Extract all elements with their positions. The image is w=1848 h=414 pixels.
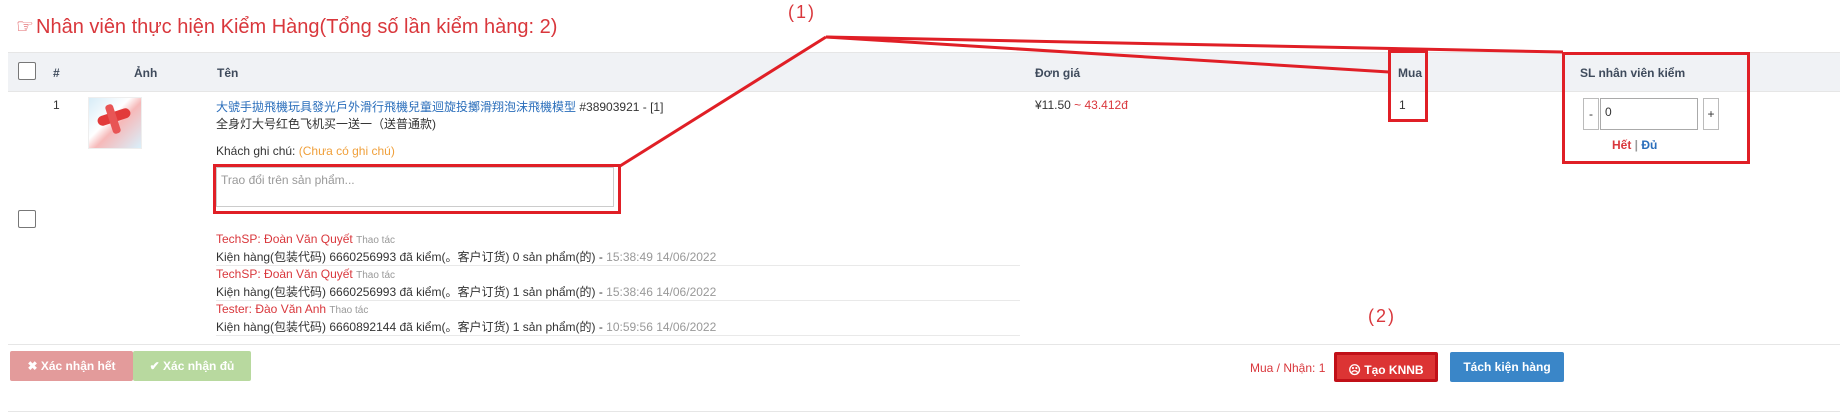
row-checkbox[interactable] <box>18 210 36 228</box>
log-author: TechSP: Đoàn Văn Quyết Thao tác <box>216 267 396 281</box>
annotation-box-buy <box>1388 50 1428 122</box>
check-circle-icon: ✔ <box>149 359 160 373</box>
frown-icon: ☹ <box>1348 363 1361 377</box>
log-divider <box>216 300 1020 301</box>
product-title: 大號手拋飛機玩具發光戶外滑行飛機兒童迴旋投擲滑翔泡沫飛機模型 #38903921… <box>216 98 663 115</box>
select-all-checkbox[interactable] <box>18 62 36 80</box>
log-author: TechSP: Đoàn Văn Quyết Thao tác <box>216 232 396 246</box>
confirm-enough-button[interactable]: ✔ Xác nhận đủ <box>133 351 251 381</box>
hand-pointing-icon: ☞ <box>16 16 34 38</box>
annotation-box-checked-qty <box>1562 52 1750 164</box>
annotation-label-1: (1) <box>788 2 816 22</box>
log-entry: Kiện hàng(包装代码) 6660892144 đã kiểm(。客户订货… <box>216 320 717 334</box>
product-image[interactable] <box>88 97 142 149</box>
log-entry: Kiện hàng(包装代码) 6660256993 đã kiểm(。客户订货… <box>216 285 717 299</box>
create-knnb-button[interactable]: ☹ Tạo KNNB <box>1334 352 1438 382</box>
footer-divider <box>8 411 1840 412</box>
confirm-all-button[interactable]: ✖ Xác nhận hết <box>10 351 133 381</box>
customer-note: Khách ghi chú: (Chưa có ghi chú) <box>216 144 395 158</box>
log-author: Tester: Đào Văn Anh Thao tác <box>216 302 369 316</box>
customer-note-value: (Chưa có ghi chú) <box>298 144 395 158</box>
close-icon: ✖ <box>27 359 38 373</box>
log-action-link[interactable]: Thao tác <box>356 270 395 281</box>
row-divider <box>8 344 1840 345</box>
log-entry: Kiện hàng(包装代码) 6660256993 đã kiểm(。客户订货… <box>216 250 717 264</box>
col-image-header: Ảnh <box>134 66 158 80</box>
col-name-header: Tên <box>217 66 239 80</box>
col-price-header: Đơn giá <box>1035 66 1081 80</box>
unit-price: ¥11.50 ~ 43.412đ <box>1035 98 1128 112</box>
product-link[interactable]: 大號手拋飛機玩具發光戶外滑行飛機兒童迴旋投擲滑翔泡沫飛機模型 <box>216 100 576 114</box>
product-code: #38903921 - [1] <box>576 100 664 114</box>
customer-note-label: Khách ghi chú: <box>216 144 296 158</box>
log-divider <box>216 335 1020 336</box>
annotation-label-2: (2) <box>1368 306 1396 326</box>
log-action-link[interactable]: Thao tác <box>329 305 368 316</box>
buy-receive-summary: Mua / Nhận: 1 <box>1250 361 1326 375</box>
log-action-link[interactable]: Thao tác <box>356 235 395 246</box>
page-title: ☞ Nhân viên thực hiện Kiểm Hàng(Tổng số l… <box>16 16 558 38</box>
col-index-header: # <box>53 66 60 80</box>
split-package-button[interactable]: Tách kiện hàng <box>1450 352 1564 382</box>
annotation-box-comment <box>213 164 621 214</box>
row-index: 1 <box>53 98 60 112</box>
product-variant: 全身灯大号红色飞机买一送一（送普通款) <box>216 117 436 131</box>
log-divider <box>216 265 1020 266</box>
